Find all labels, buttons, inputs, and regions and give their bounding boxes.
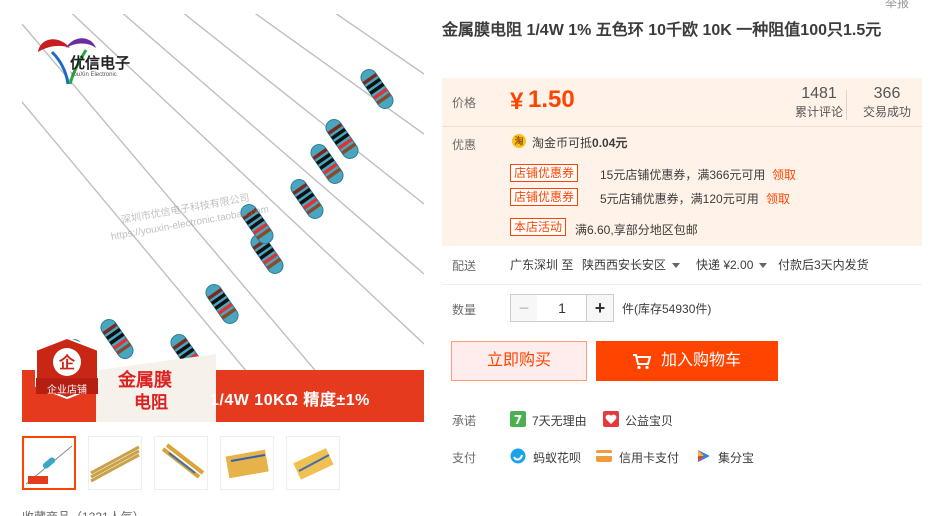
express-selector[interactable]: 快递 ¥2.00 <box>696 256 768 273</box>
payment-label: 支付 <box>452 451 477 465</box>
taobao-coin-icon: 淘 <box>512 134 526 148</box>
chevron-down-icon <box>759 263 768 269</box>
banner-spec: 1/4W 10KΩ 精度±1% <box>210 392 370 409</box>
coin-offset-text: 淘金币可抵0.04元 <box>532 136 628 150</box>
quantity-label: 数量 <box>452 303 477 317</box>
huabei-text[interactable]: 蚂蚁花呗 <box>533 449 581 466</box>
coupon-text-2: 5元店铺优惠券，满120元可用 <box>600 192 759 206</box>
svg-text:企: 企 <box>58 353 76 372</box>
quantity-increase-button[interactable]: + <box>586 294 614 322</box>
thumbnail-strip <box>22 436 340 490</box>
thumbnail-1[interactable] <box>22 436 76 490</box>
add-to-cart-label: 加入购物车 <box>661 352 742 369</box>
thumbnail-4[interactable] <box>220 436 274 490</box>
divider <box>442 284 922 285</box>
thumbnail-3[interactable] <box>154 436 208 490</box>
stat-divider <box>846 90 847 120</box>
shipping-label: 配送 <box>452 259 477 273</box>
add-to-cart-button[interactable]: 加入购物车 <box>596 341 778 381</box>
coupon-text-1: 15元店铺优惠券，满366元可用 <box>600 168 766 182</box>
credit-card-icon <box>596 450 612 462</box>
report-link[interactable]: 举报 <box>885 0 909 11</box>
chevron-down-icon <box>672 263 681 269</box>
price-value: 1.50 <box>528 86 575 113</box>
price-panel: 价格 ¥ 1.50 1481 累计评论 366 交易成功 优惠 淘 淘金币可抵0… <box>442 78 922 246</box>
quantity-decrease-button[interactable]: − <box>510 294 538 322</box>
activity-tag: 本店活动 <box>510 218 567 236</box>
price-label: 价格 <box>452 96 477 110</box>
svg-text:7: 7 <box>514 413 522 427</box>
product-title: 金属膜电阻 1/4W 1% 五色环 10千欧 10K 一种阻值100只1.5元 <box>442 22 882 39</box>
thumbnail-2[interactable] <box>88 436 142 490</box>
product-page: 优信电子 YouXin Electronic 深圳市优信电子科技有限公司 htt… <box>0 0 940 516</box>
price-divider <box>442 126 922 127</box>
charity-heart-icon <box>603 411 619 427</box>
promo-label: 优惠 <box>452 138 477 152</box>
coupon-claim-link-1[interactable]: 领取 <box>772 166 796 183</box>
banner-title-2: 电阻 <box>134 393 168 413</box>
ship-time: 付款后3天内发货 <box>778 258 869 272</box>
sales-count: 366 交易成功 <box>862 85 911 119</box>
guarantee-label: 承诺 <box>452 414 477 428</box>
huabei-icon <box>510 448 526 464</box>
activity-text: 满6.60,享部分地区包邮 <box>575 223 698 237</box>
seven-day-return-icon: 7 <box>510 411 526 427</box>
badge-label: 企业店铺 <box>47 385 87 396</box>
logo-subtitle: YouXin Electronic <box>70 72 117 78</box>
seven-day-return-text[interactable]: 7天无理由 <box>532 412 587 429</box>
coupon-tag-2: 店铺优惠券 <box>510 188 579 206</box>
ship-to-selector[interactable]: 陕西西安长安区 <box>582 256 681 273</box>
logo-name: 优信电子 <box>70 55 131 72</box>
favorite-link[interactable]: 收藏商品（1231人气） <box>22 508 145 516</box>
ship-from: 广东深圳 至 <box>510 258 574 272</box>
jifenbao-icon <box>698 450 710 462</box>
coupon-tag-1: 店铺优惠券 <box>510 164 579 182</box>
stock-info: 件(库存54930件) <box>622 302 712 316</box>
buy-now-button[interactable]: 立即购买 <box>451 341 587 381</box>
charity-text[interactable]: 公益宝贝 <box>625 412 673 429</box>
cart-icon <box>633 354 651 370</box>
enterprise-badge-icon: 企 <box>35 336 99 400</box>
thumbnail-5[interactable] <box>286 436 340 490</box>
quantity-input[interactable] <box>537 294 587 322</box>
coupon-claim-link-2[interactable]: 领取 <box>766 190 790 207</box>
price-currency: ¥ <box>510 88 524 115</box>
jifenbao-text[interactable]: 集分宝 <box>718 449 754 466</box>
credit-card-text[interactable]: 信用卡支付 <box>619 449 679 466</box>
review-count[interactable]: 1481 累计评论 <box>794 84 844 120</box>
